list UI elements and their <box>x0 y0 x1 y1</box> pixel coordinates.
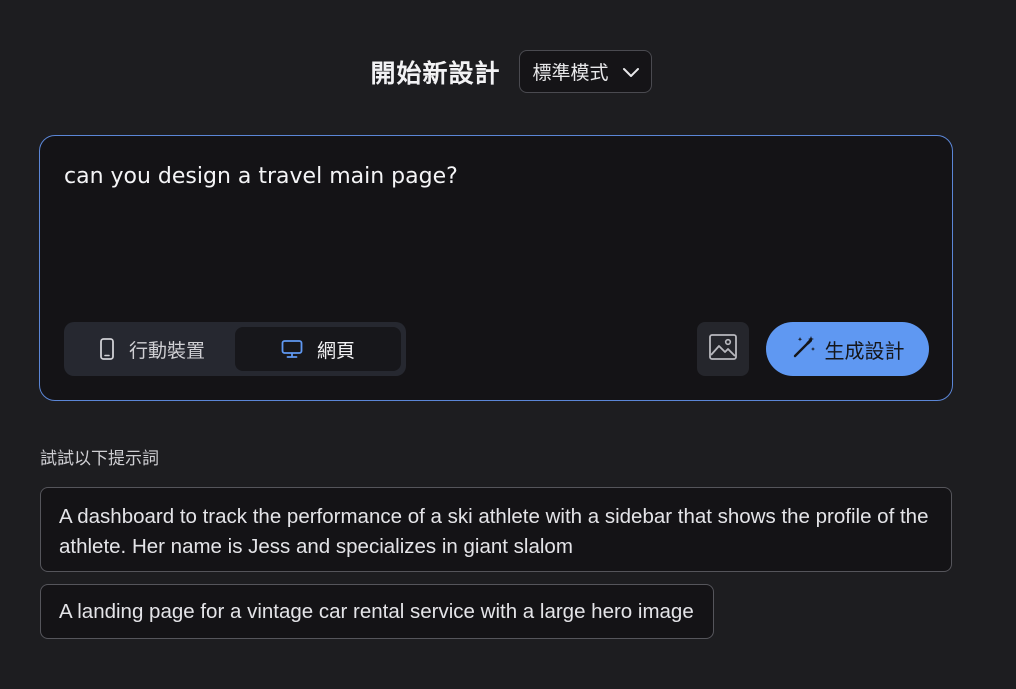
page-title: 開始新設計 <box>370 58 501 88</box>
chevron-down-icon <box>621 62 641 82</box>
mode-select[interactable]: 標準模式 <box>518 50 652 93</box>
generate-design-label: 生成設計 <box>824 338 905 363</box>
mobile-icon <box>99 338 115 360</box>
toggle-option-web[interactable]: 網頁 <box>235 327 401 371</box>
app-root: 開始新設計 標準模式 can you design a travel main … <box>0 0 1016 689</box>
toggle-option-mobile[interactable]: 行動裝置 <box>69 327 235 371</box>
image-icon <box>708 333 738 365</box>
toggle-option-label: 網頁 <box>316 339 355 362</box>
device-toggle: 行動裝置 網頁 <box>64 322 406 376</box>
suggestion-chip[interactable]: A dashboard to track the performance of … <box>40 487 952 572</box>
generate-design-button[interactable]: 生成設計 <box>766 322 929 376</box>
suggestion-chip[interactable]: A landing page for a vintage car rental … <box>40 584 714 639</box>
mode-select-value: 標準模式 <box>532 62 609 84</box>
monitor-icon <box>281 339 303 359</box>
suggestions-heading: 試試以下提示詞 <box>40 449 159 469</box>
toggle-option-label: 行動裝置 <box>128 339 205 362</box>
prompt-input[interactable]: can you design a travel main page? <box>64 164 458 189</box>
magic-wand-icon <box>791 334 817 365</box>
prompt-box[interactable]: can you design a travel main page? 行動裝置 … <box>39 135 953 401</box>
header: 開始新設計 標準模式 <box>0 49 1016 94</box>
upload-image-button[interactable] <box>697 322 749 376</box>
